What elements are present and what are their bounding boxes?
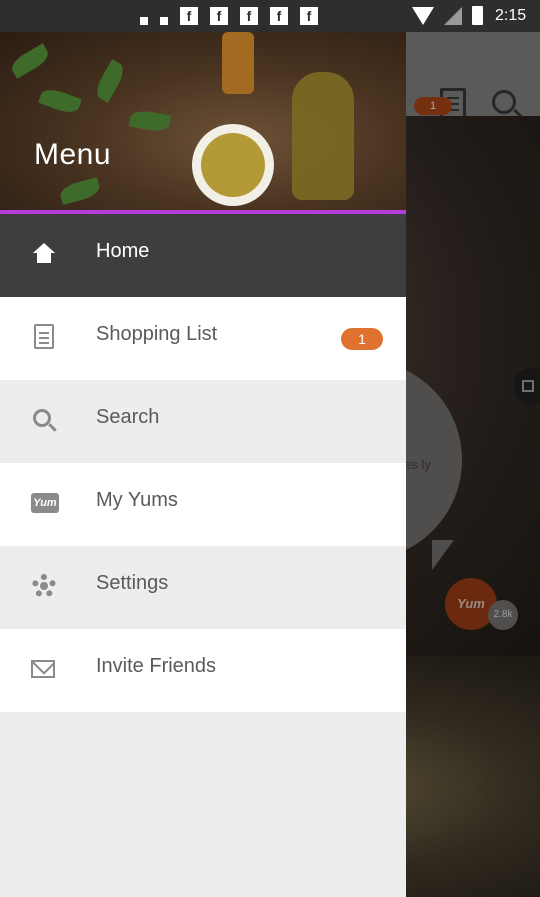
menu-item-search[interactable]: Search	[0, 380, 406, 463]
basil-leaf-image	[8, 43, 52, 79]
mail-icon	[31, 660, 55, 678]
olive-oil-bowl-image	[192, 124, 274, 206]
gear-icon	[32, 574, 56, 598]
menu-item-label: My Yums	[96, 489, 178, 511]
menu-item-label: Settings	[96, 572, 169, 594]
drawer-menu: Home Shopping List 1 Search Yum My Yums …	[0, 214, 406, 712]
basil-leaf-image	[128, 108, 172, 134]
notification-dot-icon	[160, 17, 168, 25]
signal-icon	[444, 6, 462, 25]
drawer-title: Menu	[34, 138, 112, 171]
menu-item-home[interactable]: Home	[0, 214, 406, 297]
basil-leaf-image	[92, 59, 128, 103]
facebook-icon: f	[300, 7, 318, 25]
spice-jar-image	[222, 32, 254, 94]
drawer-header: Menu	[0, 32, 406, 212]
menu-item-label: Search	[96, 406, 160, 428]
shopping-list-count-badge[interactable]: 1	[341, 328, 383, 350]
search-icon	[33, 409, 51, 427]
navigation-drawer: Menu Home Shopping List 1 Search Yum My …	[0, 32, 406, 897]
menu-item-label: Home	[96, 240, 150, 262]
system-icons: 2:15	[412, 6, 526, 25]
menu-item-label: Invite Friends	[96, 655, 217, 677]
oil-bottle-image	[292, 72, 354, 200]
menu-item-invite-friends[interactable]: Invite Friends	[0, 629, 406, 712]
facebook-icon: f	[270, 7, 288, 25]
basil-leaf-image	[58, 177, 102, 205]
list-icon	[34, 324, 54, 349]
notification-dot-icon	[140, 17, 148, 25]
menu-item-settings[interactable]: Settings	[0, 546, 406, 629]
facebook-icon: f	[210, 7, 228, 25]
yum-logo-icon: Yum	[31, 493, 59, 513]
clock: 2:15	[495, 6, 527, 24]
notification-icons: f f f f f	[140, 7, 318, 25]
menu-item-my-yums[interactable]: Yum My Yums	[0, 463, 406, 546]
facebook-icon: f	[180, 7, 198, 25]
battery-icon	[472, 6, 483, 25]
basil-leaf-image	[38, 85, 82, 117]
facebook-icon: f	[240, 7, 258, 25]
wifi-icon	[412, 6, 434, 25]
home-icon	[33, 243, 55, 265]
menu-item-shopping-list[interactable]: Shopping List 1	[0, 297, 406, 380]
status-bar: f f f f f 2:15	[0, 0, 540, 32]
menu-item-label: Shopping List	[96, 323, 218, 345]
